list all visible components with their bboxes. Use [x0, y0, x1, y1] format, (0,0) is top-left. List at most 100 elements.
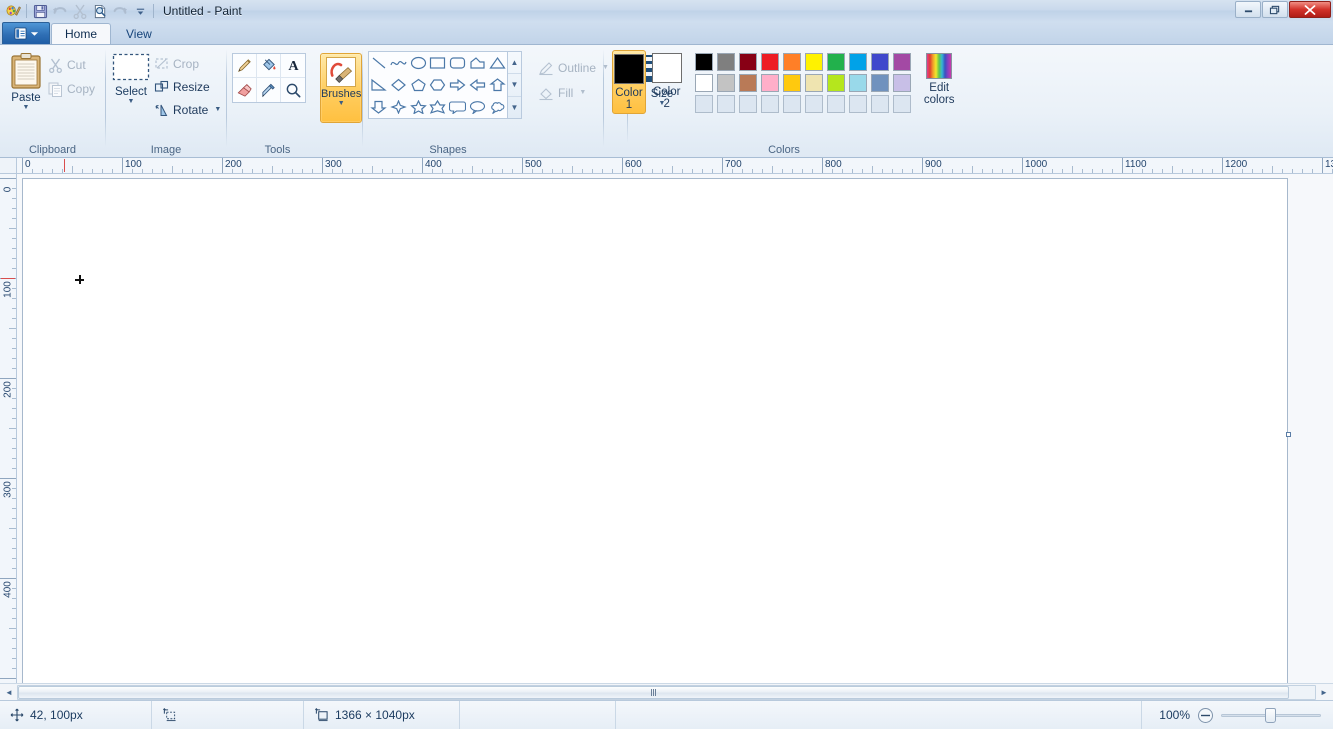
palette-swatch-empty[interactable] — [737, 93, 759, 114]
scroll-right-arrow-icon[interactable]: ► — [1316, 685, 1332, 700]
eraser-icon[interactable] — [233, 78, 257, 102]
scrollbar-thumb[interactable] — [18, 685, 1290, 699]
palette-swatch[interactable] — [847, 72, 869, 93]
copy-button[interactable]: Copy — [45, 78, 100, 100]
shapes-scroll-down-icon[interactable]: ▼ — [508, 74, 521, 97]
palette-swatch[interactable] — [781, 51, 803, 72]
right-triangle-shape[interactable] — [369, 74, 389, 96]
fill-chevron-down-icon[interactable]: ▼ — [579, 89, 586, 96]
palette-swatch[interactable] — [803, 72, 825, 93]
palette-swatch-empty[interactable] — [693, 93, 715, 114]
four-point-star-shape[interactable] — [389, 96, 409, 118]
zoom-out-button[interactable] — [1198, 707, 1213, 723]
palette-swatch-empty[interactable] — [781, 93, 803, 114]
crop-button[interactable]: Crop — [151, 53, 226, 75]
shapes-gallery-expand-icon[interactable]: ▼ — [508, 97, 521, 118]
pentagon-shape[interactable] — [408, 74, 428, 96]
redo-icon[interactable] — [110, 2, 130, 21]
line-shape[interactable] — [369, 52, 389, 74]
palette-swatch[interactable] — [803, 51, 825, 72]
palette-swatch[interactable] — [759, 72, 781, 93]
cut-button[interactable]: Cut — [45, 54, 100, 76]
color-picker-icon[interactable] — [257, 78, 281, 102]
vertical-ruler[interactable]: 0 100 200 300 400 — [0, 174, 17, 683]
six-point-star-shape[interactable] — [428, 96, 448, 118]
palette-swatch[interactable] — [715, 72, 737, 93]
palette-swatch[interactable] — [781, 72, 803, 93]
palette-swatch-empty[interactable] — [869, 93, 891, 114]
polygon-shape[interactable] — [468, 52, 488, 74]
color-2-button[interactable]: Color 2 — [650, 50, 683, 114]
paste-chevron-down-icon[interactable]: ▼ — [23, 104, 30, 111]
curve-shape[interactable] — [389, 52, 409, 74]
horizontal-scrollbar[interactable]: ◄ ► — [0, 683, 1333, 700]
canvas-resize-handle-right[interactable] — [1286, 432, 1291, 437]
down-arrow-shape[interactable] — [369, 96, 389, 118]
rounded-rectangle-shape[interactable] — [448, 52, 468, 74]
right-arrow-shape[interactable] — [448, 74, 468, 96]
five-point-star-shape[interactable] — [408, 96, 428, 118]
select-button[interactable]: Select ▼ — [111, 49, 151, 105]
palette-swatch[interactable] — [891, 72, 913, 93]
scroll-left-arrow-icon[interactable]: ◄ — [1, 685, 17, 700]
text-icon[interactable]: A — [281, 54, 305, 78]
palette-swatch[interactable] — [759, 51, 781, 72]
palette-swatch[interactable] — [715, 51, 737, 72]
tab-view[interactable]: View — [112, 23, 166, 44]
palette-swatch[interactable] — [825, 51, 847, 72]
palette-swatch[interactable] — [869, 51, 891, 72]
oval-callout-shape[interactable] — [468, 96, 488, 118]
zoom-slider-thumb[interactable] — [1265, 707, 1276, 723]
zoom-slider[interactable] — [1221, 707, 1321, 723]
left-arrow-shape[interactable] — [468, 74, 488, 96]
palette-swatch[interactable] — [869, 72, 891, 93]
palette-swatch-empty[interactable] — [847, 93, 869, 114]
hexagon-shape[interactable] — [428, 74, 448, 96]
pencil-icon[interactable] — [233, 54, 257, 78]
shapes-gallery-scroll[interactable]: ▲ ▼ ▼ — [508, 51, 522, 119]
resize-button[interactable]: Resize — [151, 76, 226, 98]
print-preview-icon[interactable] — [90, 2, 110, 21]
cloud-callout-shape[interactable] — [487, 96, 507, 118]
palette-swatch[interactable] — [737, 51, 759, 72]
triangle-shape[interactable] — [487, 52, 507, 74]
drawing-canvas[interactable] — [22, 178, 1288, 683]
oval-shape[interactable] — [408, 52, 428, 74]
scrollbar-track[interactable] — [17, 684, 1316, 700]
horizontal-ruler[interactable]: 0 100 200 300 400 500 600 700 800 900 1000 1100 1200… — [17, 158, 1333, 174]
up-arrow-shape[interactable] — [487, 74, 507, 96]
paste-button[interactable]: Paste ▼ — [7, 49, 45, 111]
close-button[interactable] — [1289, 1, 1331, 18]
palette-swatch[interactable] — [825, 72, 847, 93]
rectangle-shape[interactable] — [428, 52, 448, 74]
save-icon[interactable] — [30, 2, 50, 21]
fill-button[interactable]: Fill ▼ — [535, 82, 614, 104]
palette-swatch-empty[interactable] — [715, 93, 737, 114]
brushes-button[interactable]: Brushes ▼ — [320, 53, 363, 123]
palette-swatch-empty[interactable] — [803, 93, 825, 114]
color-1-button[interactable]: Color 1 — [612, 50, 646, 114]
palette-swatch[interactable] — [847, 51, 869, 72]
palette-swatch-empty[interactable] — [825, 93, 847, 114]
palette-swatch[interactable] — [737, 72, 759, 93]
qat-chevron-down-icon[interactable] — [130, 2, 150, 21]
rotate-chevron-down-icon[interactable]: ▼ — [214, 106, 221, 113]
rounded-callout-shape[interactable] — [448, 96, 468, 118]
minimize-button[interactable] — [1235, 1, 1261, 18]
cut-icon[interactable] — [70, 2, 90, 21]
diamond-shape[interactable] — [389, 74, 409, 96]
shapes-scroll-up-icon[interactable]: ▲ — [508, 52, 521, 75]
palette-swatch[interactable] — [891, 51, 913, 72]
edit-colors-button[interactable]: Edit colors — [919, 50, 959, 106]
brushes-chevron-down-icon[interactable]: ▼ — [338, 100, 345, 107]
fill-with-color-icon[interactable] — [257, 54, 281, 78]
palette-swatch-empty[interactable] — [891, 93, 913, 114]
select-chevron-down-icon[interactable]: ▼ — [128, 98, 135, 105]
paint-app-icon[interactable] — [3, 2, 23, 21]
restore-button[interactable] — [1262, 1, 1288, 18]
palette-swatch-empty[interactable] — [759, 93, 781, 114]
app-menu-button[interactable] — [2, 22, 50, 44]
magnifier-icon[interactable] — [281, 78, 305, 102]
palette-swatch[interactable] — [693, 72, 715, 93]
tab-home[interactable]: Home — [51, 23, 112, 44]
